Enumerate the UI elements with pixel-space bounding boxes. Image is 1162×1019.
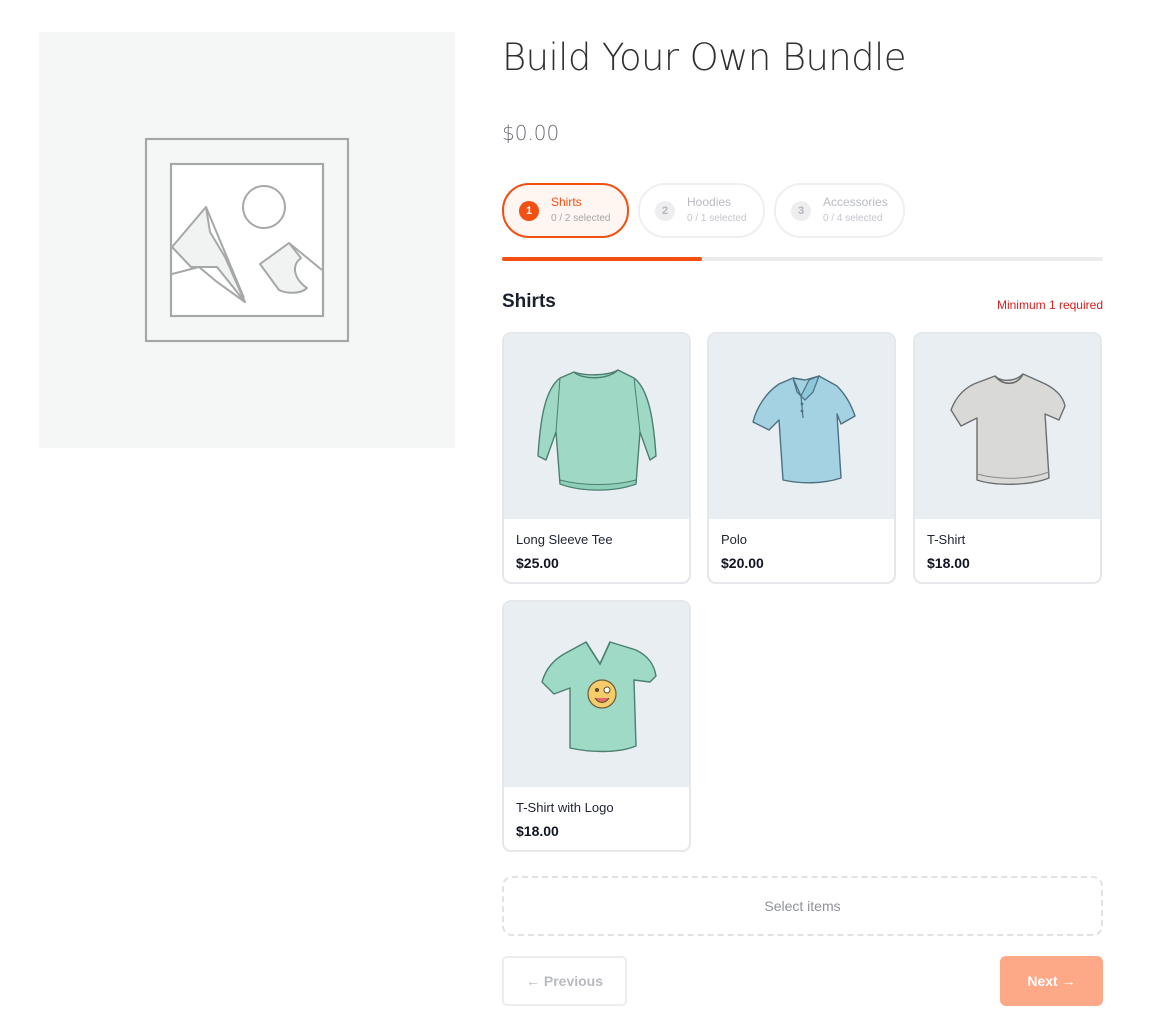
selected-items-area: Select items [502, 876, 1103, 936]
step-selected-count: 0 / 1 selected [687, 213, 747, 224]
section-title: Shirts [502, 291, 556, 312]
step-selected-count: 0 / 2 selected [551, 213, 611, 224]
requirement-notice: Minimum 1 required [996, 298, 1103, 312]
step-accessories[interactable]: 3 Accessories 0 / 4 selected [774, 183, 905, 238]
previous-button[interactable]: ← Previous [502, 956, 627, 1006]
step-shirts[interactable]: 1 Shirts 0 / 2 selected [502, 183, 629, 238]
step-label: Hoodies [687, 195, 732, 209]
step-label: Accessories [823, 195, 888, 209]
product-name: Polo [721, 532, 748, 547]
step-number: 1 [519, 201, 539, 221]
product-name: T-Shirt [927, 532, 966, 547]
step-number: 2 [655, 201, 675, 221]
product-thumbnail [504, 334, 689, 519]
product-price: $25.00 [516, 555, 559, 571]
step-label: Shirts [551, 195, 582, 209]
polo-shirt-illustration [752, 374, 856, 484]
product-card-t-shirt[interactable]: T-Shirt $18.00 [913, 332, 1102, 584]
product-price: $18.00 [927, 555, 970, 571]
product-price: $20.00 [721, 555, 764, 571]
product-thumbnail [504, 602, 689, 787]
step-number: 3 [791, 201, 811, 221]
step-selected-count: 0 / 4 selected [823, 213, 883, 224]
product-thumbnail [709, 334, 894, 519]
image-placeholder-icon [144, 137, 350, 343]
product-thumbnail [915, 334, 1100, 519]
step-progress-fill [502, 257, 703, 261]
page-title: Build Your Own Bundle [502, 36, 906, 79]
product-card-polo[interactable]: Polo $20.00 [707, 332, 896, 584]
next-button[interactable]: Next → [1000, 956, 1103, 1006]
long-sleeve-tee-illustration [537, 369, 657, 491]
bundle-price: $0.00 [502, 121, 560, 145]
product-name: Long Sleeve Tee [516, 532, 613, 547]
product-card-t-shirt-with-logo[interactable]: T-Shirt with Logo $18.00 [502, 600, 691, 852]
product-price: $18.00 [516, 823, 559, 839]
product-image-placeholder [39, 32, 455, 448]
product-name: T-Shirt with Logo [516, 800, 614, 815]
tshirt-illustration [950, 373, 1066, 485]
tshirt-logo-illustration [541, 641, 657, 753]
step-progress-bar [502, 257, 1103, 261]
step-hoodies[interactable]: 2 Hoodies 0 / 1 selected [638, 183, 765, 238]
product-card-long-sleeve-tee[interactable]: Long Sleeve Tee $25.00 [502, 332, 691, 584]
